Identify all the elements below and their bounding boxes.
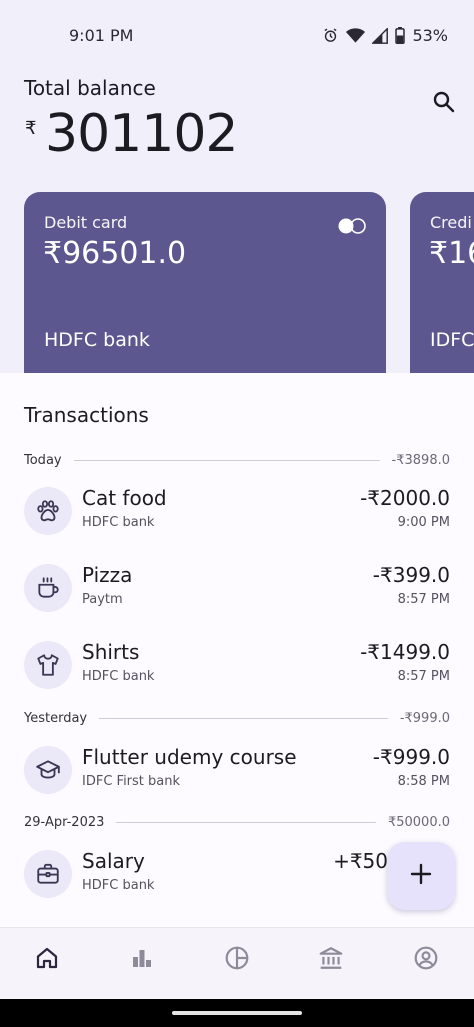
coffee-cup-icon [24, 564, 72, 612]
balance-label: Total balance [24, 76, 156, 100]
nav-statistics[interactable] [122, 944, 162, 976]
card-bank-name: IDFC [430, 329, 474, 351]
group-date-label: Yesterday [24, 710, 88, 726]
nav-analytics[interactable] [217, 944, 257, 976]
bank-icon [318, 945, 344, 975]
card-toggle-icon [337, 217, 367, 235]
transaction-title: Shirts [82, 640, 140, 664]
divider [73, 459, 380, 461]
wifi-icon [346, 27, 366, 44]
add-transaction-button[interactable] [387, 842, 455, 910]
status-bar: 9:01 PM 53% [0, 0, 474, 72]
date-group-header: Today -₹3898.0 [24, 451, 450, 469]
transaction-amount: +₹50 [333, 849, 388, 873]
transaction-item[interactable]: Salary HDFC bank +₹50 [24, 847, 388, 901]
transaction-time: 8:58 PM [397, 774, 450, 789]
group-date-label: Today [24, 452, 62, 468]
briefcase-icon [24, 850, 72, 898]
nav-profile[interactable] [406, 944, 446, 976]
balance-amount: 301102 [45, 104, 239, 164]
credit-card[interactable]: Credi ₹16 IDFC [410, 192, 474, 374]
pie-chart-icon [224, 945, 250, 975]
home-icon [35, 946, 59, 974]
transaction-item[interactable]: Shirts HDFC bank -₹1499.0 8:57 PM [24, 638, 450, 692]
transaction-amount: -₹399.0 [372, 563, 450, 587]
signal-icon [372, 27, 389, 44]
transaction-amount: -₹2000.0 [360, 486, 450, 510]
nav-banks[interactable] [311, 944, 351, 976]
transaction-time: 8:57 PM [397, 592, 450, 607]
date-group-header: 29-Apr-2023 ₹50000.0 [24, 813, 450, 831]
bar-chart-icon [130, 946, 154, 974]
profile-icon [413, 945, 439, 975]
group-total: -₹999.0 [399, 710, 450, 726]
search-button[interactable] [428, 88, 460, 120]
shirt-icon [24, 641, 72, 689]
graduation-cap-icon [24, 746, 72, 794]
nav-home[interactable] [27, 944, 67, 976]
transaction-title: Salary [82, 849, 145, 873]
card-type-label: Debit card [44, 213, 128, 232]
transaction-title: Flutter udemy course [82, 745, 297, 769]
divider [99, 717, 388, 719]
group-total: -₹3898.0 [391, 452, 450, 468]
battery-icon [395, 27, 406, 44]
card-type-label: Credi [430, 213, 472, 232]
bottom-navigation [0, 927, 474, 1000]
search-icon [432, 90, 456, 118]
transaction-item[interactable]: Cat food HDFC bank -₹2000.0 9:00 PM [24, 484, 450, 538]
transaction-item[interactable]: Pizza Paytm -₹399.0 8:57 PM [24, 561, 450, 615]
cards-carousel[interactable]: Debit card ₹96501.0 HDFC bank Credi ₹16 … [0, 192, 474, 374]
group-date-label: 29-Apr-2023 [24, 814, 105, 830]
plus-icon [410, 863, 432, 889]
transaction-bank: HDFC bank [82, 515, 155, 530]
battery-percent: 53% [412, 26, 448, 45]
transaction-amount: -₹999.0 [372, 745, 450, 769]
date-group-header: Yesterday -₹999.0 [24, 709, 450, 727]
transaction-title: Pizza [82, 563, 133, 587]
transaction-bank: Paytm [82, 592, 123, 607]
transaction-time: 8:57 PM [397, 669, 450, 684]
transaction-title: Cat food [82, 486, 167, 510]
debit-card[interactable]: Debit card ₹96501.0 HDFC bank [24, 192, 386, 374]
card-amount: ₹96501.0 [43, 236, 187, 271]
transaction-bank: HDFC bank [82, 669, 155, 684]
status-time: 9:01 PM [69, 26, 134, 45]
transaction-bank: HDFC bank [82, 878, 155, 893]
transaction-amount: -₹1499.0 [360, 640, 450, 664]
paw-icon [24, 487, 72, 535]
system-gesture-bar [0, 999, 474, 1027]
transaction-time: 9:00 PM [397, 515, 450, 530]
card-amount: ₹16 [429, 236, 474, 271]
transaction-bank: IDFC First bank [82, 774, 181, 789]
alarm-icon [322, 27, 339, 44]
transaction-item[interactable]: Flutter udemy course IDFC First bank -₹9… [24, 743, 450, 797]
home-gesture-handle[interactable] [172, 1011, 302, 1015]
group-total: ₹50000.0 [387, 814, 450, 830]
transactions-title: Transactions [24, 403, 149, 427]
balance-currency: ₹ [25, 118, 37, 139]
status-icons: 53% [322, 26, 448, 45]
divider [116, 821, 376, 823]
card-bank-name: HDFC bank [44, 329, 150, 351]
